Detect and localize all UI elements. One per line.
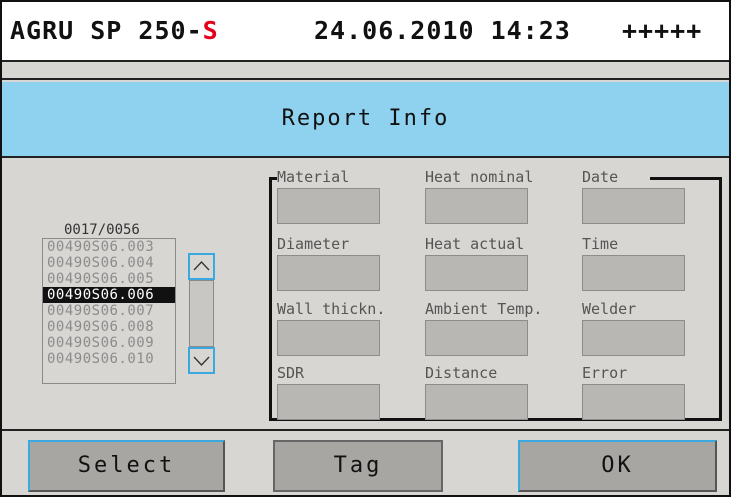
device-title-suffix: S: [202, 16, 219, 45]
select-button[interactable]: Select: [28, 440, 225, 492]
field-label: Wall thickn.: [277, 300, 386, 318]
page-title: Report Info: [281, 106, 450, 131]
record-counter: 0017/0056: [64, 222, 140, 238]
datetime-display: 24.06.2010 14:23: [314, 16, 571, 45]
field-value: [425, 188, 528, 224]
field-label: SDR: [277, 364, 305, 382]
scroll-up-button[interactable]: [188, 253, 215, 280]
field-label: Ambient Temp.: [425, 300, 543, 318]
fields-frame-top-right: [650, 177, 722, 180]
field-value: [582, 255, 685, 291]
title-bar: Report Info: [2, 82, 729, 158]
ok-button[interactable]: OK: [518, 440, 717, 492]
field-label: Diameter: [277, 235, 350, 253]
field-value: [425, 320, 528, 356]
field-value: [425, 255, 528, 291]
list-item[interactable]: 00490S06.004: [43, 255, 175, 271]
field-label: Heat nominal: [425, 168, 534, 186]
field-label: Date: [582, 168, 619, 186]
field-value: [582, 320, 685, 356]
field-label: Heat actual: [425, 235, 525, 253]
list-scrollbar[interactable]: [188, 253, 215, 374]
field-value: [277, 255, 380, 291]
field-label: Distance: [425, 364, 498, 382]
signal-indicator: +++++: [622, 16, 703, 45]
list-item[interactable]: 00490S06.009: [43, 335, 175, 351]
status-header: AGRU SP 250-S 24.06.2010 14:23 +++++: [2, 2, 729, 62]
header-divider-strip: [2, 62, 729, 80]
field-label: Welder: [582, 300, 637, 318]
chevron-up-icon: [193, 261, 210, 271]
device-title: AGRU SP 250-S: [10, 16, 219, 45]
list-item-selected[interactable]: 00490S06.006: [43, 287, 175, 303]
report-list[interactable]: 00490S06.003 00490S06.004 00490S06.005 0049…: [42, 238, 176, 384]
list-item[interactable]: 00490S06.008: [43, 319, 175, 335]
field-value: [425, 384, 528, 420]
device-screen: AGRU SP 250-S 24.06.2010 14:23 +++++ Rep…: [0, 0, 731, 497]
list-item[interactable]: 00490S06.007: [43, 303, 175, 319]
field-label: Time: [582, 235, 619, 253]
field-value: [582, 384, 685, 420]
list-item[interactable]: 00490S06.003: [43, 239, 175, 255]
field-value: [277, 320, 380, 356]
field-value: [277, 384, 380, 420]
field-label: Material: [277, 168, 350, 186]
scroll-down-button[interactable]: [188, 347, 215, 374]
tag-button[interactable]: Tag: [273, 440, 443, 492]
field-value: [582, 188, 685, 224]
list-item[interactable]: 00490S06.010: [43, 351, 175, 367]
chevron-down-icon: [193, 356, 210, 366]
device-title-prefix: AGRU SP 250-: [10, 16, 203, 45]
button-bar: Select Tag OK: [2, 429, 729, 495]
scroll-track[interactable]: [189, 280, 214, 347]
field-value: [277, 188, 380, 224]
fields-frame-top-left: [269, 177, 277, 180]
field-label: Error: [582, 364, 628, 382]
list-item[interactable]: 00490S06.005: [43, 271, 175, 287]
